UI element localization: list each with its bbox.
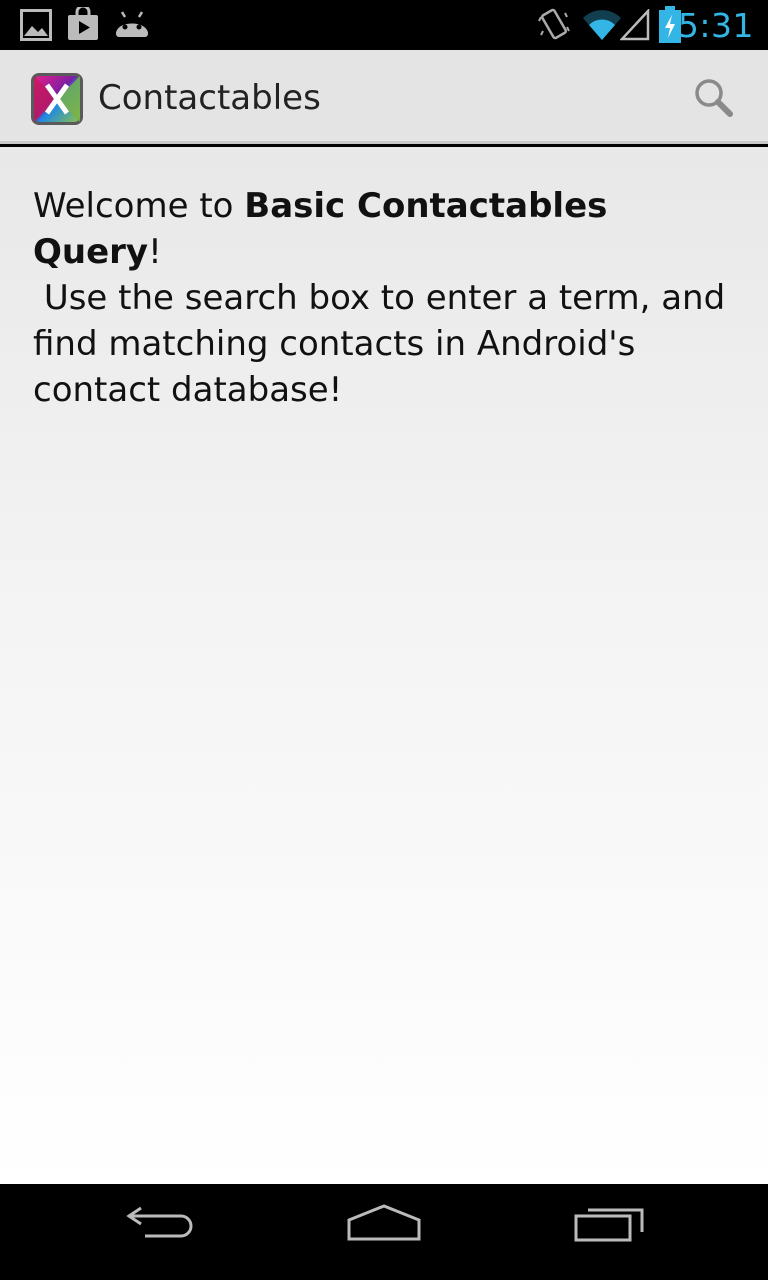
welcome-prefix: Welcome to (33, 186, 245, 226)
instructions-text: Use the search box to enter a term, and … (33, 278, 736, 410)
gallery-notification-icon (20, 9, 52, 41)
app-title: Contactables (98, 78, 321, 118)
wifi-icon (582, 9, 622, 41)
welcome-suffix: ! (148, 232, 162, 272)
status-bar: 5:31 (0, 0, 768, 50)
search-icon[interactable] (690, 74, 738, 122)
back-icon[interactable] (110, 1202, 210, 1262)
main-content: Welcome to Basic Contactables Query! Use… (0, 147, 768, 1184)
play-store-notification-icon (67, 7, 99, 41)
welcome-message: Welcome to Basic Contactables Query! (33, 183, 745, 275)
app-logo-icon[interactable] (30, 72, 84, 126)
home-icon[interactable] (334, 1202, 434, 1262)
navigation-bar (0, 1184, 768, 1280)
android-notification-icon (114, 10, 150, 38)
vibrate-icon (538, 7, 570, 43)
status-time: 5:31 (677, 6, 754, 45)
signal-icon (620, 9, 650, 41)
action-bar: Contactables (0, 50, 768, 144)
recent-apps-icon[interactable] (560, 1202, 660, 1262)
